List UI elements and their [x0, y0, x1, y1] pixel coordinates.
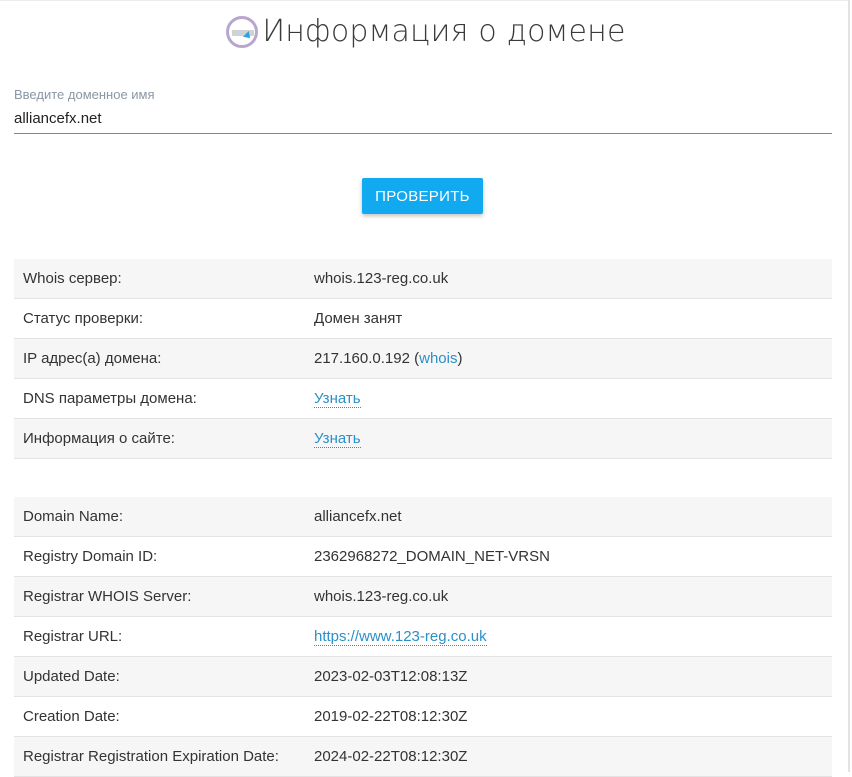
row-label: Registrar WHOIS Server:: [23, 588, 192, 605]
row-value: Домен занят: [314, 310, 403, 327]
row-value: https://www.123-reg.co.uk: [314, 628, 832, 646]
row-label: Информация о сайте:: [23, 430, 175, 447]
ip-whois-link[interactable]: whois: [419, 350, 457, 367]
domain-search-field: Введите доменное имя: [14, 87, 832, 134]
page-header: Информация о домене: [0, 14, 852, 49]
domain-summary-table: Whois сервер: whois.123-reg.co.uk Статус…: [14, 259, 832, 459]
table-row: Domain Name: alliancefx.net: [14, 497, 832, 537]
row-label: IP адрес(а) домена:: [23, 350, 162, 367]
dns-lookup-link[interactable]: Узнать: [314, 390, 361, 408]
table-row: Whois сервер: whois.123-reg.co.uk: [14, 259, 832, 299]
row-label: Updated Date:: [23, 668, 120, 685]
table-row: Статус проверки: Домен занят: [14, 299, 832, 339]
table-row: IP адрес(а) домена: 217.160.0.192 (whois…: [14, 339, 832, 379]
row-label: Registrar URL:: [23, 628, 123, 645]
row-label: Domain Name:: [23, 508, 124, 525]
row-value: 2023-02-03T12:08:13Z: [314, 668, 468, 685]
row-value: 2024-02-22T08:12:30Z: [314, 748, 468, 765]
row-label: Whois сервер:: [23, 270, 122, 287]
table-row: Registrar Registration Expiration Date: …: [14, 737, 832, 777]
table-row: DNS параметры домена: Узнать: [14, 379, 832, 419]
row-label: DNS параметры домена:: [23, 390, 197, 407]
table-row: Registrar WHOIS Server: whois.123-reg.co…: [14, 577, 832, 617]
ip-value: 217.160.0.192 (whois): [314, 350, 832, 367]
row-value: alliancefx.net: [314, 508, 402, 525]
row-value: 2019-02-22T08:12:30Z: [314, 708, 468, 725]
row-label: Статус проверки:: [23, 310, 143, 327]
registrar-url-link[interactable]: https://www.123-reg.co.uk: [314, 628, 487, 646]
paren-close: ): [457, 350, 463, 367]
table-row: Updated Date: 2023-02-03T12:08:13Z: [14, 657, 832, 697]
site-info-link[interactable]: Узнать: [314, 430, 361, 448]
row-value: Узнать: [314, 390, 832, 408]
row-value: 2362968272_DOMAIN_NET-VRSN: [314, 548, 550, 565]
row-label: Creation Date:: [23, 708, 120, 725]
domain-input-label: Введите доменное имя: [14, 87, 155, 102]
check-button[interactable]: ПРОВЕРИТЬ: [362, 178, 483, 214]
page-title: Информация о домене: [262, 14, 626, 49]
table-row: Информация о сайте: Узнать: [14, 419, 832, 459]
whois-details-table: Domain Name: alliancefx.net Registry Dom…: [14, 497, 832, 777]
row-label: Registry Domain ID:: [23, 548, 158, 565]
table-row: Registry Domain ID: 2362968272_DOMAIN_NE…: [14, 537, 832, 577]
table-row: Registrar URL: https://www.123-reg.co.uk: [14, 617, 832, 657]
row-value: Узнать: [314, 430, 832, 448]
domain-input[interactable]: [14, 108, 832, 134]
row-value: whois.123-reg.co.uk: [314, 588, 449, 605]
row-value: whois.123-reg.co.uk: [314, 270, 449, 287]
domain-info-icon: [226, 15, 259, 48]
row-label: Registrar Registration Expiration Date:: [23, 748, 279, 765]
ip-address: 217.160.0.192: [314, 350, 410, 367]
table-row: Creation Date: 2019-02-22T08:12:30Z: [14, 697, 832, 737]
